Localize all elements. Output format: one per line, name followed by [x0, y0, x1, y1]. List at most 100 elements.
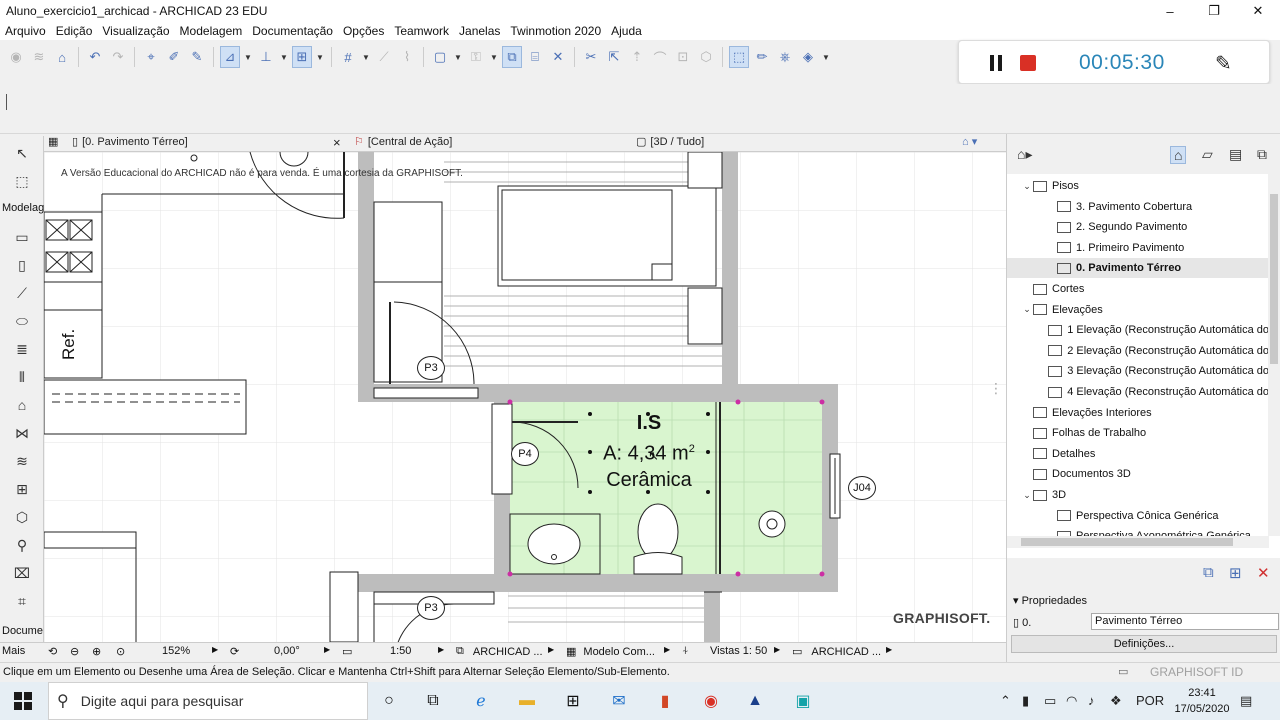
archicad-icon[interactable]: ▲ [744, 690, 766, 712]
toolbox-group-documentacao[interactable]: Docume [2, 625, 43, 637]
split-icon[interactable]: ✂ [581, 46, 601, 68]
file-explorer-icon[interactable]: ▬ [516, 690, 538, 712]
slab-tool-icon[interactable]: ⬭ [10, 310, 34, 332]
syringe-icon[interactable]: ✎ [187, 46, 207, 68]
lock-icon[interactable]: ⚿ [466, 46, 486, 68]
curtain-wall-tool-icon[interactable]: ⊞ [10, 478, 34, 500]
properties-header[interactable]: ▾ Propriedades [1013, 594, 1087, 607]
menu-modelagem[interactable]: Modelagem [175, 24, 248, 38]
chevron-down-icon[interactable]: ▼ [361, 46, 371, 68]
mep-tool-icon[interactable]: ⌗ [10, 590, 34, 612]
object-tool-icon[interactable]: ⚲ [10, 534, 34, 556]
tab-close-icon[interactable]: × [333, 135, 341, 150]
tab-action-center[interactable]: ⚐ [Central de Ação] [354, 135, 452, 149]
wall-tool-icon[interactable]: ▭ [10, 226, 34, 248]
zoom-out-icon[interactable]: ⊖ [70, 645, 79, 658]
find-select-icon[interactable]: ⌖ [141, 46, 161, 68]
expand-toggle-icon[interactable]: ⌄ [1021, 304, 1033, 315]
store-icon[interactable]: ⊞ [562, 690, 584, 712]
navigator-horizontal-scrollbar[interactable] [1007, 536, 1269, 548]
mesh-tool-icon[interactable]: ≋ [10, 450, 34, 472]
fillet-icon[interactable]: ⌒ [650, 46, 670, 68]
navigator-vertical-scrollbar[interactable] [1268, 174, 1280, 536]
navigator-tree-item[interactable]: Folhas de Trabalho [1007, 423, 1269, 443]
edge-icon[interactable]: ℯ [470, 690, 492, 712]
zoom-in-icon[interactable]: ⊕ [92, 645, 101, 658]
chevron-right-icon[interactable]: ▶ [664, 645, 670, 654]
navigator-tree-item[interactable]: 3. Pavimento Cobertura [1007, 197, 1269, 217]
explode-icon[interactable]: ⬡ [696, 46, 716, 68]
tray-expand-icon[interactable]: ⌃ [1000, 693, 1011, 709]
tab-3d[interactable]: ▢ [3D / Tudo] [636, 135, 704, 149]
splitter-handle[interactable]: ⋮ [989, 380, 1003, 397]
microphone-icon[interactable]: ▮ [1022, 693, 1029, 709]
rotate-icon[interactable]: ⟳ [230, 645, 239, 658]
menu-arquivo[interactable]: Arquivo [0, 24, 51, 38]
navigator-tree-item[interactable]: ⌄ Pisos [1007, 176, 1269, 196]
cortana-icon[interactable]: ○ [378, 690, 400, 712]
marquee-icon[interactable]: ⬚ [729, 46, 749, 68]
network-icon[interactable]: ▭ [1044, 693, 1056, 709]
settings-button[interactable]: Definições... [1011, 635, 1277, 653]
pen-icon[interactable]: ✎ [1215, 51, 1232, 76]
navigator-tree-item[interactable]: 3 Elevação (Reconstrução Automática do [1007, 361, 1269, 381]
zone-tool-icon[interactable]: ⌧ [10, 562, 34, 584]
grid-snap-icon[interactable]: # [338, 46, 358, 68]
layout-book-icon[interactable]: ▤ [1229, 146, 1242, 163]
chevron-down-icon[interactable]: ▼ [279, 46, 289, 68]
edit-pencil-icon[interactable]: ✏ [752, 46, 772, 68]
beam-tool-icon[interactable]: ⟋ [10, 282, 34, 304]
chevron-down-icon[interactable]: ▼ [315, 46, 325, 68]
menu-teamwork[interactable]: Teamwork [389, 24, 454, 38]
navigator-popup-icon[interactable]: ⌂ ▾ [962, 135, 977, 148]
tab-list-icon[interactable]: ▦ [48, 135, 58, 148]
layer-combo[interactable]: ⧉ ARCHICAD ... [456, 645, 543, 658]
language-indicator[interactable]: POR [1136, 693, 1164, 708]
layout-icon[interactable]: ▢ [430, 46, 450, 68]
navigator-tree-item[interactable]: 1. Primeiro Pavimento [1007, 238, 1269, 258]
close-button[interactable]: ✕ [1236, 0, 1280, 22]
navigator-tree-item[interactable]: Cortes [1007, 279, 1269, 299]
menu-visualizacao[interactable]: Visualização [97, 24, 174, 38]
new-viewpoint-icon[interactable]: ⊞ [1229, 564, 1242, 582]
chevron-down-icon[interactable]: ▼ [243, 46, 253, 68]
arrow-tool-icon[interactable]: ↖ [10, 142, 34, 164]
menu-documentacao[interactable]: Documentação [247, 24, 338, 38]
navigator-tree-item[interactable]: ⌄ Elevações [1007, 300, 1269, 320]
screen-recorder-icon[interactable]: ▣ [792, 690, 814, 712]
publisher-sets-icon[interactable]: ⧉ [1257, 146, 1267, 163]
magic-wand-icon[interactable]: ⧉ [502, 46, 522, 68]
guide-lines-icon[interactable]: ⊿ [220, 46, 240, 68]
scale-value[interactable]: 1:50 [390, 645, 411, 657]
navigator-tree-item[interactable]: 4 Elevação (Reconstrução Automática do [1007, 382, 1269, 402]
zoom-level[interactable]: 152% [162, 645, 190, 657]
menu-twinmotion[interactable]: Twinmotion 2020 [505, 24, 606, 38]
navigator-tree-item[interactable]: 0. Pavimento Térreo [1007, 258, 1269, 279]
floor-plan-canvas[interactable]: Ref. A Versão Educacional do ARCHICAD nã… [44, 152, 1006, 642]
navigator-tree-item[interactable]: 2 Elevação (Reconstrução Automática do [1007, 341, 1269, 361]
office-icon[interactable]: ▮ [654, 690, 676, 712]
wifi-icon[interactable]: ◠ [1066, 693, 1077, 709]
mail-icon[interactable]: ✉ [608, 690, 630, 712]
chevron-right-icon[interactable]: ▶ [438, 645, 444, 654]
fit-in-window-icon[interactable]: ⊙ [116, 645, 125, 658]
chevron-down-icon[interactable]: ▼ [453, 46, 463, 68]
more-label[interactable]: Mais [2, 645, 25, 657]
intersect-icon[interactable]: ✕ [548, 46, 568, 68]
adjust-icon[interactable]: ⇱ [604, 46, 624, 68]
hat-icon[interactable]: ⌂ [52, 46, 72, 68]
zoom-previous-icon[interactable]: ⟲ [48, 645, 57, 658]
chevron-right-icon[interactable]: ▶ [548, 645, 554, 654]
railing-tool-icon[interactable]: ⫴ [10, 366, 34, 388]
navigator-tree-item[interactable]: Elevações Interiores [1007, 403, 1269, 423]
stop-icon[interactable] [1020, 55, 1036, 71]
navigator-tree-item[interactable]: Perspectiva Axonométrica Genérica [1007, 526, 1269, 536]
door-tag-p3[interactable]: P3 [417, 356, 445, 380]
model-view-options[interactable]: ▦ Modelo Com... [566, 645, 655, 659]
redo-icon[interactable]: ↷ [108, 46, 128, 68]
shell-tool-icon[interactable]: ⋈ [10, 422, 34, 444]
menu-janelas[interactable]: Janelas [454, 24, 505, 38]
chevron-down-icon[interactable]: ▼ [489, 46, 499, 68]
stair-tool-icon[interactable]: ≣ [10, 338, 34, 360]
navigator-tree-item[interactable]: Detalhes [1007, 444, 1269, 464]
